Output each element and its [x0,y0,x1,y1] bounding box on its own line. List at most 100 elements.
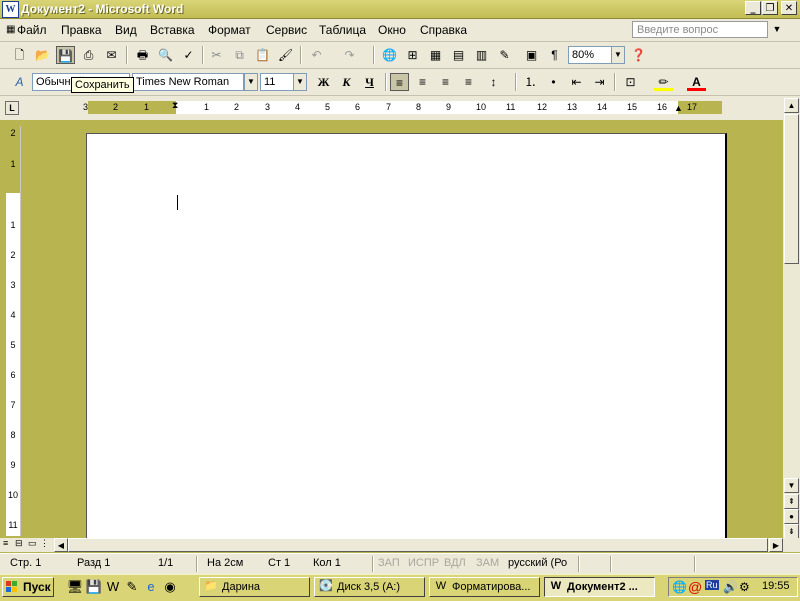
align-right-icon[interactable]: ≡ [436,73,455,91]
task-darina[interactable]: 📁 Дарина [199,577,310,597]
align-left-icon[interactable]: ≡ [390,73,409,91]
numbering-icon[interactable]: ⒈ [521,73,540,91]
horizontal-scrollbar[interactable]: ◀ ▶ [52,538,785,552]
increase-indent-icon[interactable]: ⇥ [590,73,609,91]
underline-button[interactable]: Ч [360,73,379,91]
email-icon[interactable]: ✉ [102,46,121,64]
print-preview-icon[interactable]: 🔍 [156,46,175,64]
italic-button[interactable]: К [337,73,356,91]
scroll-right-icon[interactable]: ▶ [769,538,783,552]
task-formatting-doc[interactable]: W Форматирова... [429,577,540,597]
show-formatting-icon[interactable]: ¶ [545,46,564,64]
bold-button[interactable]: Ж [314,73,333,91]
menu-edit[interactable]: Правка [61,23,102,37]
scroll-up-icon[interactable]: ▲ [784,98,799,113]
permission-icon[interactable]: ⎙ [79,46,98,64]
next-page-icon[interactable]: ⇟ [784,524,799,539]
zoom-dropdown-icon[interactable]: ▼ [611,46,625,64]
font-size-dropdown-icon[interactable]: ▼ [293,73,307,91]
speaker-icon[interactable]: 🔊 [723,580,738,594]
bullets-icon[interactable]: • [544,73,563,91]
status-rec[interactable]: ЗАП [378,557,400,569]
right-indent-marker-icon[interactable]: ▲ [674,103,683,113]
font-dropdown-icon[interactable]: ▼ [244,73,258,91]
columns-icon[interactable]: ▥ [472,46,491,64]
language-indicator-icon[interactable]: Ru [705,580,719,590]
menu-format[interactable]: Формат [208,23,251,37]
status-track[interactable]: ИСПР [408,557,439,569]
vertical-scrollbar[interactable]: ▲ ▼ ⇞ ● ⇟ [783,96,800,539]
mail-agent-icon[interactable]: @ [688,579,702,595]
show-desktop-icon[interactable]: 🖥 [66,578,84,596]
zoom-select[interactable]: 80% [568,46,612,64]
prev-page-icon[interactable]: ⇞ [784,494,799,509]
align-center-icon[interactable]: ≡ [413,73,432,91]
undo-icon[interactable]: ↶ [307,46,326,64]
document-map-icon[interactable]: ▣ [522,46,541,64]
normal-view-icon[interactable]: ≡ [3,538,8,548]
task-document2[interactable]: W Документ2 ... [544,577,655,597]
copy-icon[interactable]: ⧉ [230,46,249,64]
status-overwrite[interactable]: ЗАМ [476,557,499,569]
menu-file[interactable]: Файл [17,23,47,37]
web-view-icon[interactable]: ⊟ [15,538,23,549]
insert-table-icon[interactable]: ▦ [426,46,445,64]
outline-view-icon[interactable]: ⋮ [40,538,49,549]
menu-view[interactable]: Вид [115,23,137,37]
open-icon[interactable]: 📂 [33,46,52,64]
media-player-icon[interactable]: ◉ [161,578,179,596]
menu-tools[interactable]: Сервис [266,23,307,37]
decrease-indent-icon[interactable]: ⇤ [567,73,586,91]
title-bar[interactable]: W Документ2 - Microsoft Word _ ❐ ✕ [0,0,800,19]
ask-question-input[interactable]: Введите вопрос [632,21,768,38]
format-painter-icon[interactable]: 🖌 [276,46,295,64]
tables-borders-icon[interactable]: ⊞ [403,46,422,64]
cut-icon[interactable]: ✂ [207,46,226,64]
doc-menu-icon[interactable]: ▦ [6,24,15,35]
spelling-icon[interactable]: ✓ [179,46,198,64]
minimize-icon[interactable]: _ [745,1,761,15]
network-icon[interactable]: 🌐 [672,580,687,594]
menu-table[interactable]: Таблица [319,23,366,37]
ruler-tick-label: 11 [506,102,516,112]
insert-excel-icon[interactable]: ▤ [449,46,468,64]
floppy-icon[interactable]: 💾 [85,578,103,596]
document-page[interactable] [86,133,727,544]
print-layout-icon[interactable]: ▭ [28,538,37,549]
scroll-thumb[interactable] [784,114,799,264]
font-size-select[interactable]: 11 [260,73,294,91]
save-icon[interactable]: 💾 [56,46,75,64]
menu-help[interactable]: Справка [420,23,467,37]
print-icon[interactable]: 🖶 [133,46,152,64]
scroll-left-icon[interactable]: ◀ [54,538,68,552]
restore-icon[interactable]: ❐ [762,1,778,15]
styles-pane-icon[interactable]: A [10,73,29,91]
redo-icon[interactable]: ↷ [340,46,359,64]
scroll-down-icon[interactable]: ▼ [784,478,799,493]
highlight-icon[interactable]: ✏ [654,73,673,91]
browse-object-icon[interactable]: ● [784,509,799,524]
paste-icon[interactable]: 📋 [253,46,272,64]
menu-insert[interactable]: Вставка [150,23,195,37]
line-spacing-icon[interactable]: ↕ [484,73,503,91]
pencil-icon[interactable]: ✎ [123,578,141,596]
drawing-icon[interactable]: ✎ [495,46,514,64]
word-app-icon[interactable]: W [2,1,19,18]
hyperlink-icon[interactable]: 🌐 [380,46,399,64]
ie-icon[interactable]: e [142,578,160,596]
close-icon[interactable]: ✕ [781,1,797,15]
new-document-icon[interactable]: 🗋 [10,46,29,64]
font-select[interactable]: Times New Roman [132,73,244,91]
menu-window[interactable]: Окно [378,23,406,37]
justify-icon[interactable]: ≡ [459,73,478,91]
ask-dropdown-icon[interactable]: ▼ [770,21,784,38]
status-extend[interactable]: ВДЛ [444,557,466,569]
help-icon[interactable]: ❓ [629,46,648,64]
word-quick-icon[interactable]: W [104,578,122,596]
borders-icon[interactable]: ⊡ [621,73,640,91]
task-floppy-drive[interactable]: 💽 Диск 3,5 (A:) [314,577,425,597]
horizontal-scroll-thumb[interactable] [68,538,768,552]
indent-marker-icon[interactable]: ⧗ [172,100,178,111]
safely-remove-icon[interactable]: ⚙ [739,580,750,594]
font-color-icon[interactable]: A [687,73,706,91]
